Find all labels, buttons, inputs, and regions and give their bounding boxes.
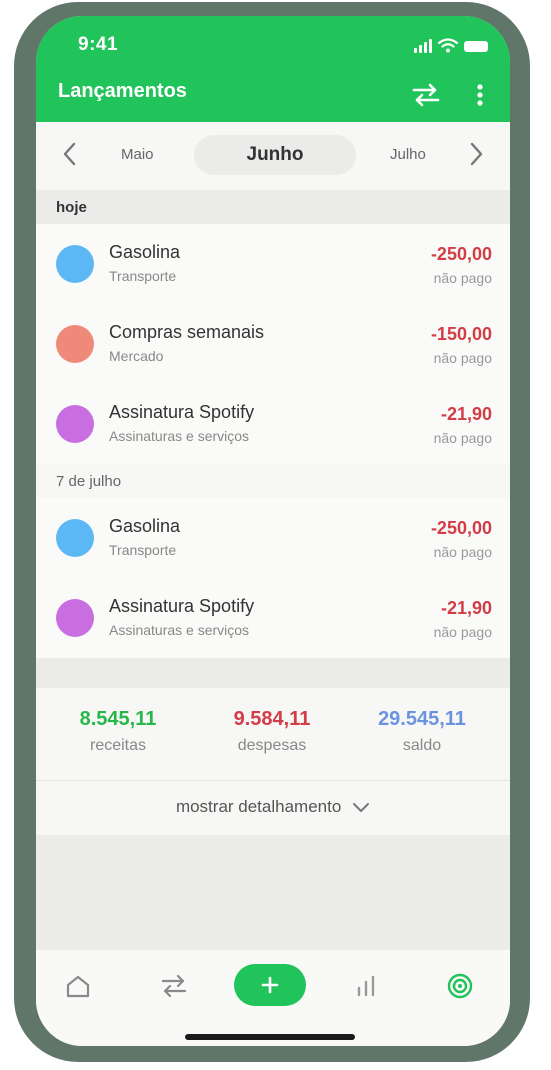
transaction-category: Transporte (109, 542, 177, 558)
transaction-status: não pago (433, 430, 492, 446)
transaction-status: não pago (433, 544, 492, 560)
nav-transfers[interactable] (154, 966, 194, 1006)
transaction-row[interactable]: Gasolina Transporte -250,00 não pago (36, 224, 510, 305)
target-icon (447, 973, 473, 999)
transaction-amount: -250,00 (430, 244, 492, 264)
balance-label: saldo (402, 737, 442, 754)
app-screen: 9:41 Lançamentos Maio Junho Julho hoje G… (36, 16, 510, 1046)
cellular-signal-icon (414, 39, 432, 53)
summary-income: 8.545,11 receitas (43, 708, 193, 755)
transaction-status: não pago (433, 350, 492, 366)
month-current: Junho (246, 144, 304, 165)
month-next[interactable]: Julho (390, 146, 426, 163)
page-title: Lançamentos (58, 80, 187, 102)
transaction-amount: -21,90 (440, 598, 492, 618)
bar-chart-icon (357, 975, 375, 997)
show-details-wrapper: mostrar detalhamento (36, 797, 510, 817)
swap-icon[interactable] (410, 80, 442, 110)
chevron-down-icon (353, 802, 370, 812)
income-label: receitas (89, 737, 147, 754)
transaction-row[interactable]: Assinatura Spotify Assinaturas e serviço… (36, 578, 510, 659)
home-icon (66, 975, 90, 998)
add-transaction-button[interactable] (234, 964, 306, 1006)
transaction-name: Assinatura Spotify (109, 596, 255, 616)
nav-home[interactable] (58, 966, 98, 1006)
expenses-label: despesas (237, 737, 307, 754)
divider-strip (36, 658, 510, 688)
balance-value: 29.545,11 (378, 708, 466, 730)
app-bar: Lançamentos (36, 74, 510, 122)
transaction-row[interactable]: Gasolina Transporte -250,00 não pago (36, 498, 510, 579)
summary-panel: 8.545,11 receitas 9.584,11 despesas 29.5… (36, 688, 510, 781)
category-dot (56, 245, 94, 283)
category-dot (56, 325, 94, 363)
section-header-date: 7 de julho (36, 464, 510, 498)
expenses-value: 9.584,11 (233, 708, 311, 730)
section-header-today: hoje (36, 190, 510, 224)
chevron-right-icon[interactable] (464, 140, 488, 168)
nav-goals[interactable] (440, 966, 480, 1006)
show-details-label: mostrar detalhamento (175, 797, 342, 816)
transaction-category: Assinaturas e serviços (109, 622, 250, 638)
summary-expenses: 9.584,11 despesas (197, 708, 347, 755)
transaction-row[interactable]: Assinatura Spotify Assinaturas e serviço… (36, 384, 510, 465)
show-details-toggle[interactable]: mostrar detalhamento (36, 781, 510, 835)
transaction-category: Mercado (109, 348, 164, 364)
status-time: 9:41 (78, 34, 119, 55)
month-previous[interactable]: Maio (121, 146, 154, 163)
summary-balance: 29.545,11 saldo (347, 708, 497, 755)
section-label: hoje (56, 199, 87, 216)
bottom-navigation (36, 950, 510, 1046)
transaction-category: Assinaturas e serviços (109, 428, 250, 444)
transaction-amount: -150,00 (430, 324, 492, 344)
transaction-amount: -21,90 (440, 404, 492, 424)
nav-reports[interactable] (346, 966, 386, 1006)
status-icons (414, 38, 488, 53)
category-dot (56, 405, 94, 443)
plus-icon (261, 976, 279, 994)
wifi-icon (438, 38, 458, 53)
transfer-icon (161, 974, 187, 998)
transaction-name: Compras semanais (109, 322, 265, 342)
category-dot (56, 519, 94, 557)
home-indicator (185, 1034, 355, 1040)
transaction-amount: -250,00 (430, 518, 492, 538)
transaction-row[interactable]: Compras semanais Mercado -150,00 não pag… (36, 304, 510, 385)
category-dot (56, 599, 94, 637)
section-label: 7 de julho (56, 473, 122, 490)
more-options-icon[interactable] (472, 80, 488, 110)
transaction-name: Assinatura Spotify (109, 402, 255, 422)
transaction-name: Gasolina (109, 516, 181, 536)
transaction-category: Transporte (109, 268, 177, 284)
month-selector: Maio Junho Julho (36, 122, 510, 190)
chevron-left-icon[interactable] (58, 140, 82, 168)
month-current-pill[interactable]: Junho (194, 135, 356, 175)
transaction-status: não pago (433, 624, 492, 640)
transaction-name: Gasolina (109, 242, 181, 262)
battery-icon (464, 41, 488, 52)
transaction-status: não pago (433, 270, 492, 286)
status-bar: 9:41 (36, 16, 510, 74)
income-value: 8.545,11 (79, 708, 157, 730)
